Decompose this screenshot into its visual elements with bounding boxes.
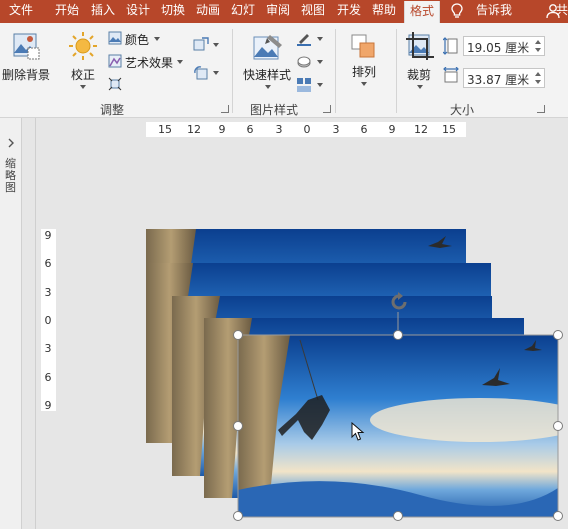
- resize-handle-bottom-right[interactable]: [553, 511, 563, 521]
- resize-handle-right[interactable]: [553, 421, 563, 431]
- resize-handle-bottom-left[interactable]: [233, 511, 243, 521]
- resize-handle-top[interactable]: [393, 330, 403, 340]
- resize-handles: [233, 330, 563, 521]
- resize-handle-left[interactable]: [233, 421, 243, 431]
- resize-handle-bottom[interactable]: [393, 511, 403, 521]
- resize-handle-top-left[interactable]: [233, 330, 243, 340]
- mouse-cursor-icon: [351, 422, 365, 441]
- resize-handle-top-right[interactable]: [553, 330, 563, 340]
